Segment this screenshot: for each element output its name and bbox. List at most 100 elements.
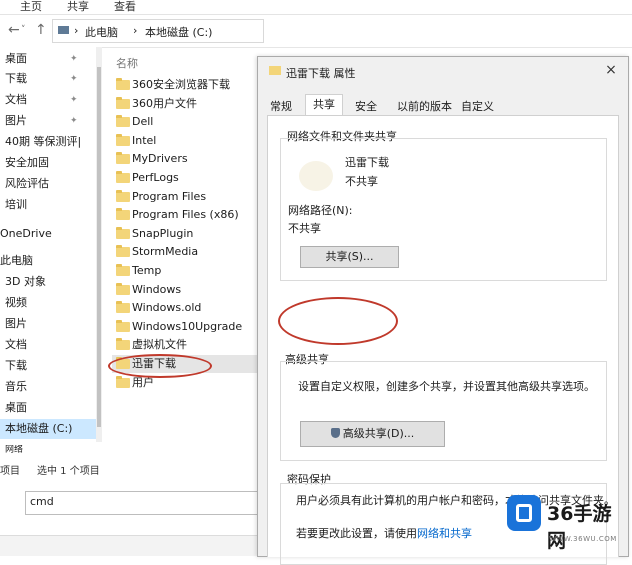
pin-icon: ✦	[70, 116, 78, 126]
file-row-label: MyDrivers	[132, 152, 188, 166]
tab-previous-versions[interactable]: 以前的版本	[397, 98, 452, 114]
folder-icon	[116, 189, 130, 202]
status-item-count: 项目	[0, 466, 20, 477]
file-row-label: 360用户文件	[132, 96, 197, 110]
nav-item-training[interactable]: 培训	[0, 195, 96, 215]
watermark-url: WWW.36WU.COM	[549, 535, 617, 543]
sharing-tab-panel: 网络文件和文件夹共享 迅雷下载 不共享 网络路径(N): 不共享 共享(S)..…	[267, 115, 619, 565]
file-row[interactable]: 360安全浏览器下载	[112, 76, 262, 94]
file-row[interactable]: StormMedia	[112, 243, 262, 261]
status-bar: 项目 选中 1 个项目	[0, 462, 256, 478]
file-row-label: 虚拟机文件	[132, 338, 187, 352]
folder-icon	[116, 171, 130, 183]
folder-icon	[116, 115, 130, 128]
file-row[interactable]: Windows	[112, 281, 262, 299]
back-arrow-icon[interactable]: ←	[8, 22, 20, 38]
nav-item-pictures[interactable]: 图片	[0, 314, 96, 334]
nav-item-risk-assessment[interactable]: 风险评估	[0, 174, 96, 194]
tab-sharing[interactable]: 共享	[305, 94, 343, 115]
share-button-annotation-oval	[278, 297, 398, 345]
ribbon-tab-home[interactable]: 主页	[20, 0, 42, 14]
nav-scrollbar[interactable]	[96, 47, 102, 442]
folder-icon	[116, 152, 130, 165]
nav-item-network[interactable]: 网络	[0, 445, 96, 455]
tab-customize[interactable]: 自定义	[461, 98, 494, 114]
folder-name: 迅雷下载	[345, 156, 389, 169]
nav-item-documents-pinned[interactable]: 文档 ✦	[0, 90, 96, 110]
file-row-label: Dell	[132, 115, 154, 129]
breadcrumb-sep-1: ›	[74, 24, 79, 37]
folder-icon	[116, 226, 130, 239]
network-path-value: 不共享	[288, 222, 321, 235]
advanced-sharing-button[interactable]: 高级共享(D)...	[300, 421, 445, 447]
nav-item-folder-40[interactable]: 40期 等保测评|	[0, 132, 96, 152]
group-advanced-sharing: 设置自定义权限，创建多个共享，并设置其他高级共享选项。 高级共享(D)...	[280, 361, 607, 461]
nav-scrollbar-thumb[interactable]	[97, 67, 101, 427]
nav-item-local-disk-c[interactable]: 本地磁盘 (C:)	[0, 419, 96, 439]
file-row-label: Program Files	[132, 189, 207, 203]
file-row[interactable]: 虚拟机文件	[112, 336, 262, 354]
folder-icon	[116, 133, 130, 146]
file-row-label: Program Files (x86)	[132, 208, 239, 222]
cmd-input[interactable]: cmd	[25, 491, 259, 515]
folder-icon	[116, 282, 130, 295]
dialog-title: 迅雷下载 属性	[286, 67, 356, 80]
file-row[interactable]: Program Files	[112, 188, 262, 206]
advanced-sharing-description: 设置自定义权限，创建多个共享，并设置其他高级共享选项。	[298, 380, 595, 393]
file-row[interactable]: 360用户文件	[112, 95, 262, 113]
ribbon-tab-share[interactable]: 共享	[67, 0, 89, 14]
group-network-sharing: 迅雷下载 不共享 网络路径(N): 不共享 共享(S)...	[280, 138, 607, 281]
nav-item-downloads-pinned[interactable]: 下载 ✦	[0, 69, 96, 89]
file-row-label: Windows.old	[132, 301, 202, 315]
close-icon[interactable]: ×	[602, 61, 620, 79]
brand-logo-icon	[507, 495, 541, 531]
ribbon: 主页 共享 查看	[0, 0, 632, 15]
recent-chevron-icon[interactable]: ˅	[21, 25, 26, 35]
nav-item-desktop[interactable]: 桌面	[0, 398, 96, 418]
breadcrumb-this-pc[interactable]: 此电脑	[85, 24, 118, 40]
folder-icon	[116, 301, 130, 314]
file-row[interactable]: Windows10Upgrade	[112, 318, 262, 336]
file-row[interactable]: Intel	[112, 132, 262, 150]
nav-item-this-pc[interactable]: 此电脑	[0, 251, 96, 271]
nav-item-documents[interactable]: 文档	[0, 335, 96, 355]
pin-icon: ✦	[70, 74, 78, 84]
network-path-label: 网络路径(N):	[288, 204, 353, 217]
file-row[interactable]: Dell	[112, 113, 262, 131]
file-row[interactable]: Temp	[112, 262, 262, 280]
file-row-label: Windows10Upgrade	[132, 319, 243, 333]
nav-item-desktop-pinned[interactable]: 桌面 ✦	[0, 49, 96, 69]
nav-item-security-hardening[interactable]: 安全加固	[0, 153, 96, 173]
ribbon-tab-view[interactable]: 查看	[114, 0, 136, 14]
tab-security[interactable]: 安全	[355, 98, 377, 114]
file-row[interactable]: Program Files (x86)	[112, 206, 262, 224]
folder-icon	[116, 338, 130, 351]
folder-icon	[116, 375, 130, 388]
nav-item-videos[interactable]: 视频	[0, 293, 96, 313]
share-button[interactable]: 共享(S)...	[300, 246, 399, 268]
folder-share-status: 不共享	[345, 175, 378, 188]
up-arrow-icon[interactable]: ↑	[35, 22, 47, 38]
folder-icon	[116, 96, 130, 109]
file-row[interactable]: Windows.old	[112, 299, 262, 317]
folder-icon	[116, 208, 130, 221]
address-bar[interactable]: › 此电脑 › 本地磁盘 (C:)	[52, 19, 264, 43]
breadcrumb-c-drive[interactable]: 本地磁盘 (C:)	[145, 24, 212, 40]
file-row[interactable]: MyDrivers	[112, 150, 262, 168]
nav-item-onedrive[interactable]: OneDrive	[0, 224, 96, 244]
nav-item-pictures-pinned[interactable]: 图片 ✦	[0, 111, 96, 131]
tab-general[interactable]: 常规	[270, 98, 292, 114]
highlight-oval-annotation	[108, 354, 212, 378]
folder-icon	[116, 245, 130, 258]
properties-dialog: 迅雷下载 属性 × 常规 共享 安全 以前的版本 自定义 网络文件和文件夹共享 …	[257, 56, 629, 565]
nav-item-3d-objects[interactable]: 3D 对象	[0, 272, 96, 292]
nav-item-downloads[interactable]: 下载	[0, 356, 96, 376]
file-row-label: Windows	[132, 282, 182, 296]
column-header-name[interactable]: 名称	[116, 55, 138, 71]
nav-item-music[interactable]: 音乐	[0, 377, 96, 397]
network-sharing-center-link[interactable]: 网络和共享	[417, 527, 472, 540]
file-row[interactable]: SnapPlugin	[112, 225, 262, 243]
shared-folder-icon	[299, 161, 333, 191]
file-row[interactable]: PerfLogs	[112, 169, 262, 187]
file-row-label: PerfLogs	[132, 171, 179, 184]
